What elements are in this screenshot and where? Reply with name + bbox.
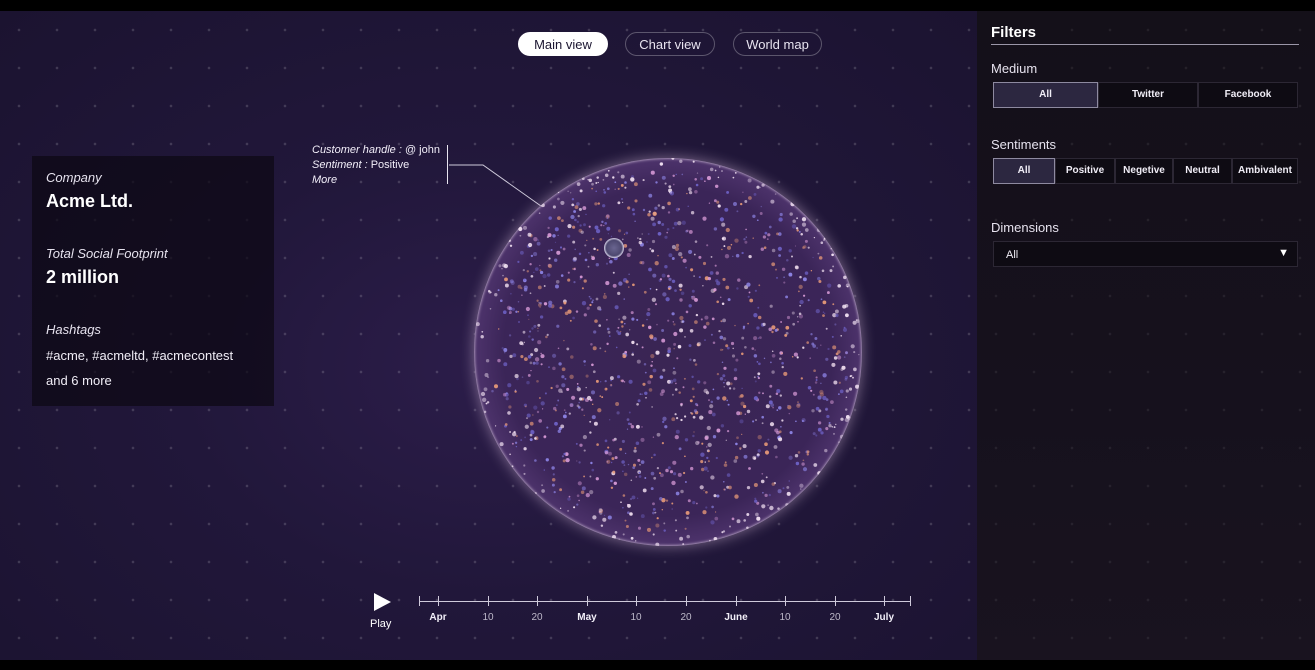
bottom-border	[0, 660, 1315, 670]
sentiment-negative-button[interactable]: Negetive	[1115, 158, 1173, 184]
timeline-tick	[587, 596, 588, 606]
timeline-month-label: Apr	[429, 612, 447, 623]
dimensions-select[interactable]: All ▼	[993, 241, 1298, 267]
timeline-tick	[537, 596, 538, 606]
timeline-day-label: 20	[680, 612, 692, 623]
timeline-end-tick	[910, 596, 911, 606]
medium-twitter-button[interactable]: Twitter	[1098, 82, 1198, 108]
timeline-day-label: 10	[482, 612, 494, 623]
dimensions-label: Dimensions	[991, 220, 1059, 235]
filters-sidebar	[977, 11, 1315, 660]
sentiment-ambivalent-button[interactable]: Ambivalent	[1232, 158, 1298, 184]
timeline-tick	[835, 596, 836, 606]
sentiment-all-button[interactable]: All	[993, 158, 1055, 184]
sphere-particles	[475, 158, 860, 546]
medium-all-button[interactable]: All	[993, 82, 1098, 108]
medium-label: Medium	[991, 61, 1038, 76]
timeline-end-tick	[419, 596, 420, 606]
timeline-day-label: 10	[630, 612, 642, 623]
timeline-day-label: 10	[779, 612, 791, 623]
timeline-tick	[736, 596, 737, 606]
timeline-tick	[438, 596, 439, 606]
timeline-tick	[686, 596, 687, 606]
sentiment-neutral-button[interactable]: Neutral	[1173, 158, 1232, 184]
timeline-month-label: May	[577, 612, 597, 623]
dimensions-selected-value: All	[1006, 249, 1019, 261]
caret-down-icon: ▼	[1278, 247, 1289, 259]
filters-divider	[991, 44, 1299, 45]
sentiment-positive-button[interactable]: Positive	[1055, 158, 1115, 184]
timeline-tick	[785, 596, 786, 606]
timeline-tick	[488, 596, 489, 606]
timeline-tick	[884, 596, 885, 606]
medium-facebook-button[interactable]: Facebook	[1198, 82, 1298, 108]
filters-title: Filters	[991, 24, 1037, 41]
timeline-month-label: July	[873, 612, 895, 623]
sentiments-label: Sentiments	[991, 137, 1057, 152]
timeline-axis[interactable]	[419, 601, 910, 602]
timeline-day-label: 20	[531, 612, 543, 623]
play-label[interactable]: Play	[370, 618, 391, 630]
timeline-month-label: June	[724, 612, 748, 623]
timeline-tick	[636, 596, 637, 606]
social-sphere[interactable]	[474, 158, 862, 546]
customer-marker[interactable]	[604, 238, 624, 258]
timeline-day-label: 20	[829, 612, 841, 623]
play-icon[interactable]	[374, 593, 391, 611]
